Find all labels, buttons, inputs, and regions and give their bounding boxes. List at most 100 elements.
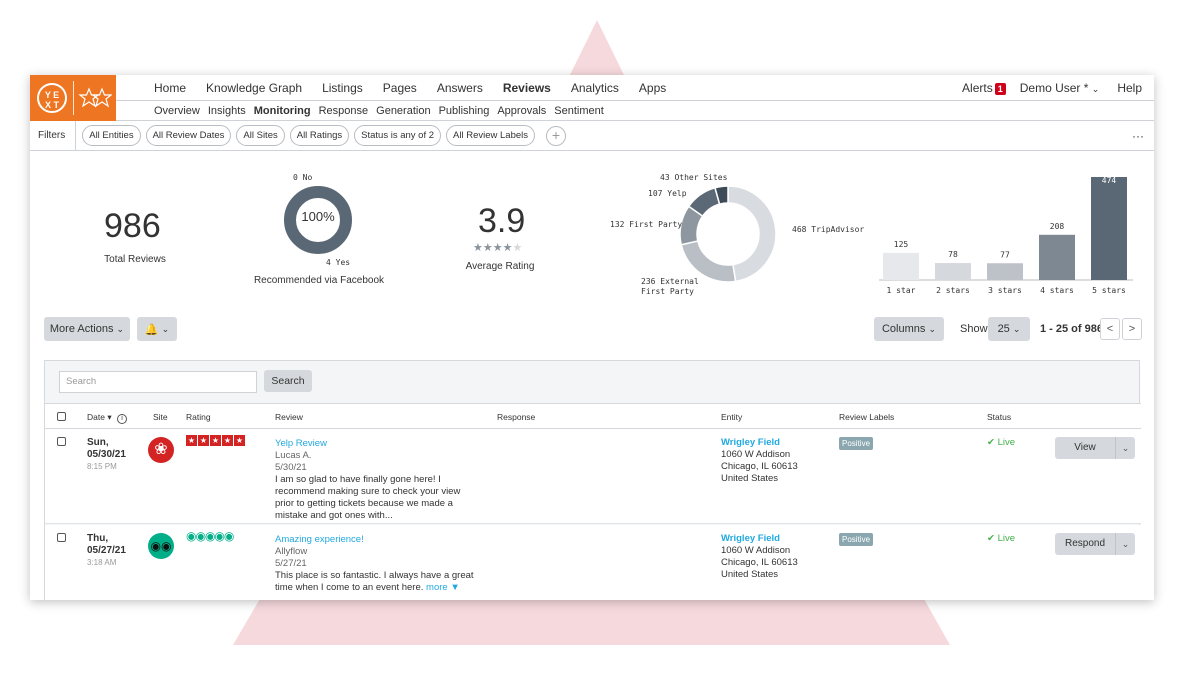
subnav-publishing[interactable]: Publishing xyxy=(439,105,490,117)
rating-stars: ★ ★ ★ ★ ★ xyxy=(186,435,245,447)
bar[interactable] xyxy=(1091,177,1127,280)
filter-chip-entities[interactable]: All Entities xyxy=(82,125,141,146)
bell-icon: 🔔 xyxy=(144,323,159,336)
subnav-generation[interactable]: Generation xyxy=(376,105,430,117)
bar[interactable] xyxy=(883,252,919,280)
recommended-yes-label: 4 Yes xyxy=(326,258,351,267)
pie-slice[interactable] xyxy=(680,240,737,283)
average-rating-value: 3.9 xyxy=(478,202,526,240)
chevron-down-icon: ⌄ xyxy=(1091,84,1100,94)
review-label-badge: Positive xyxy=(839,533,874,546)
page-size-value: 25 xyxy=(997,323,1010,335)
nav-item-analytics[interactable]: Analytics xyxy=(571,81,619,95)
table-row[interactable]: Thu, 05/27/21 3:18 AM ◉◉ ◉◉◉◉◉ Amazing e… xyxy=(45,525,1141,600)
subnav-overview[interactable]: Overview xyxy=(154,105,200,117)
entity-country: United States xyxy=(721,569,779,580)
entity-name-link[interactable]: Wrigley Field xyxy=(721,533,798,545)
row-actions-dropdown[interactable]: ⌄ xyxy=(1115,533,1135,555)
filter-chip-sites[interactable]: All Sites xyxy=(236,125,285,146)
nav-right: Alerts 1 Demo User * ⌄ Help xyxy=(962,75,1142,101)
more-options-icon[interactable]: ··· xyxy=(1132,129,1144,143)
review-date-text: 5/30/21 xyxy=(275,462,307,473)
top-navigation: Home Knowledge Graph Listings Pages Answ… xyxy=(30,75,1154,101)
reviews-stars-icon xyxy=(78,87,112,108)
yelp-rating-icons: ★ ★ ★ ★ ★ xyxy=(186,435,245,446)
bar-category-label: 2 stars xyxy=(936,286,970,295)
search-button[interactable]: Search xyxy=(264,370,312,392)
bar-value-label: 77 xyxy=(1000,250,1010,259)
select-all-checkbox[interactable] xyxy=(57,412,66,421)
row-checkbox[interactable] xyxy=(57,437,66,446)
nav-item-knowledge-graph[interactable]: Knowledge Graph xyxy=(206,81,302,95)
bar-category-label: 4 stars xyxy=(1040,286,1074,295)
bar-value-label: 125 xyxy=(894,240,909,249)
notifications-button[interactable]: 🔔 ⌄ xyxy=(137,317,177,341)
yelp-icon: ❀ xyxy=(148,437,174,463)
page-size-select[interactable]: 25 ⌄ xyxy=(988,317,1030,341)
date-column-header[interactable]: Date ▾ i xyxy=(87,412,127,424)
sort-down-icon: ▾ xyxy=(107,412,112,422)
entity-info: Wrigley Field 1060 W Addison Chicago, IL… xyxy=(721,533,798,581)
status-live: ✔ Live xyxy=(987,533,1016,544)
prev-page-button[interactable]: < xyxy=(1100,318,1120,340)
total-reviews-label: Total Reviews xyxy=(104,254,166,265)
filter-chip-status[interactable]: Status is any of 2 xyxy=(354,125,442,146)
filter-chip-review-labels[interactable]: All Review Labels xyxy=(446,125,536,146)
subnav-approvals[interactable]: Approvals xyxy=(497,105,546,117)
rating-circles: ◉◉◉◉◉ xyxy=(186,529,234,544)
yext-logo[interactable]: Y EX T xyxy=(30,75,116,121)
review-content: Yelp Review Lucas A. 5/30/21 I am so gla… xyxy=(275,438,480,522)
columns-button[interactable]: Columns ⌄ xyxy=(874,317,944,341)
user-menu[interactable]: Demo User * ⌄ xyxy=(1020,81,1100,95)
next-page-button[interactable]: > xyxy=(1122,318,1142,340)
review-date-value: 05/30/21 xyxy=(87,449,126,460)
nav-item-apps[interactable]: Apps xyxy=(639,81,666,95)
star-icon: ★ xyxy=(198,435,209,446)
subnav-insights[interactable]: Insights xyxy=(208,105,246,117)
row-checkbox[interactable] xyxy=(57,533,66,542)
tripadvisor-rating-icons: ◉◉◉◉◉ xyxy=(186,529,234,543)
filter-chip-review-dates[interactable]: All Review Dates xyxy=(145,125,232,146)
empty-star-icon: ★ xyxy=(512,242,523,254)
review-author: Lucas A. xyxy=(275,450,312,461)
search-input[interactable]: Search xyxy=(59,371,257,393)
add-filter-icon[interactable]: + xyxy=(546,125,567,146)
status-live: ✔ Live xyxy=(987,437,1016,448)
entity-name-link[interactable]: Wrigley Field xyxy=(721,437,798,449)
more-link[interactable]: more ▼ xyxy=(426,582,460,593)
bar[interactable] xyxy=(987,263,1023,280)
subnav-monitoring[interactable]: Monitoring xyxy=(254,105,311,117)
entity-address-line2: Chicago, IL 60613 xyxy=(721,461,798,472)
respond-button[interactable]: Respond xyxy=(1055,533,1115,555)
view-button[interactable]: View xyxy=(1055,437,1115,459)
help-link[interactable]: Help xyxy=(1117,81,1142,95)
bar[interactable] xyxy=(935,263,971,280)
nav-item-listings[interactable]: Listings xyxy=(322,81,363,95)
yext-logo-mark: Y EX T xyxy=(37,83,67,113)
more-actions-button[interactable]: More Actions ⌄ xyxy=(44,317,130,341)
average-rating-label: Average Rating xyxy=(465,261,535,272)
show-label: Show xyxy=(960,323,988,335)
nav-item-home[interactable]: Home xyxy=(154,81,186,95)
review-title-link[interactable]: Amazing experience! xyxy=(275,534,480,546)
bar[interactable] xyxy=(1039,234,1075,280)
table-row[interactable]: Sun, 05/30/21 8:15 PM ❀ ★ ★ ★ ★ ★ Yelp R… xyxy=(45,429,1141,524)
alerts-link[interactable]: Alerts 1 xyxy=(962,81,1006,95)
review-author: Allyflow xyxy=(275,546,308,557)
subnav-sentiment[interactable]: Sentiment xyxy=(554,105,604,117)
nav-item-answers[interactable]: Answers xyxy=(437,81,483,95)
subnav-response[interactable]: Response xyxy=(319,105,369,117)
reviews-table-panel: Search Search Date ▾ i Site Rating Revie… xyxy=(44,360,1141,600)
pie-slice[interactable] xyxy=(727,185,777,283)
chevron-down-icon: ⌄ xyxy=(1121,443,1130,453)
nav-item-pages[interactable]: Pages xyxy=(383,81,417,95)
bar-category-label: 3 stars xyxy=(988,286,1022,295)
user-label: Demo User * xyxy=(1019,81,1089,95)
row-actions-dropdown[interactable]: ⌄ xyxy=(1115,437,1135,459)
bar-value-label: 78 xyxy=(948,250,958,259)
nav-item-reviews[interactable]: Reviews xyxy=(503,81,551,95)
review-title-link[interactable]: Yelp Review xyxy=(275,438,480,450)
sites-donut-chart xyxy=(679,185,777,283)
filter-chip-ratings[interactable]: All Ratings xyxy=(289,125,350,146)
review-date-text: 5/27/21 xyxy=(275,558,307,569)
